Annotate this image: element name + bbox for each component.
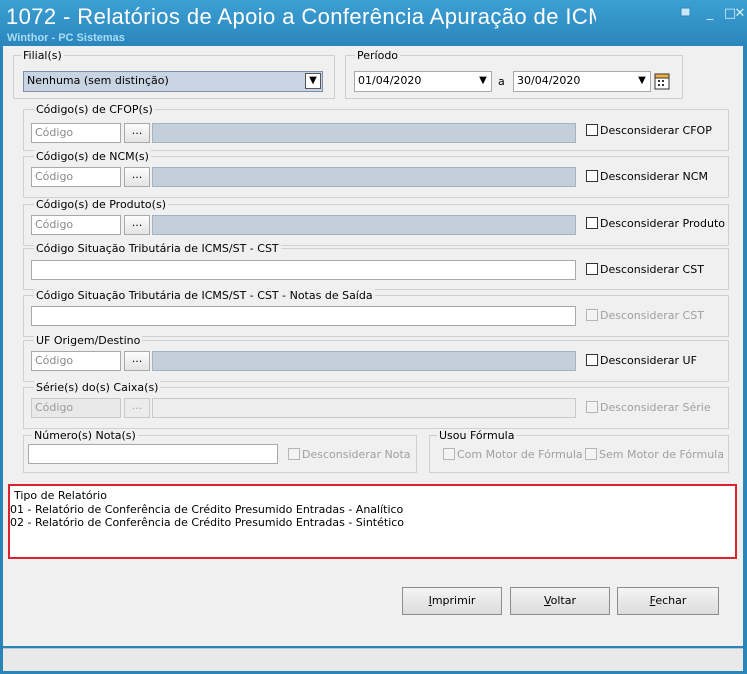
produto-label: Código(s) de Produto(s) [34,198,168,211]
filial-dropdown-arrow-icon[interactable]: ▼ [305,73,321,89]
ncm-exclude-label[interactable]: Desconsiderar NCM [600,170,708,183]
report-type-item[interactable]: 01 - Relatório de Conferência de Crédito… [10,503,403,516]
uf-exclude-checkbox[interactable] [586,354,598,366]
periodo-end-date[interactable]: 30/04/2020 [513,71,651,92]
close-window-button[interactable]: ✕ [734,6,746,22]
produto-exclude-checkbox[interactable] [586,217,598,229]
uf-description-field [152,351,576,371]
cst-exclude-label[interactable]: Desconsiderar CST [600,263,704,276]
periodo-start-dropdown-icon[interactable]: ▼ [476,73,490,89]
cst-input[interactable] [31,260,576,280]
window-subtitle: Winthor - PC Sistemas [7,32,125,44]
form-client-area: Filial(s) Nenhuma (sem distinção) ▼ Perí… [3,46,743,646]
periodo-label: Período [355,49,401,62]
report-type-list[interactable]: Tipo de Relatório 01 - Relatório de Conf… [8,484,737,559]
cst-saida-exclude-label[interactable]: Desconsiderar CST [600,309,704,322]
filial-label: Filial(s) [21,49,64,62]
produto-exclude-label[interactable]: Desconsiderar Produto [600,217,725,230]
close-label: echar [655,594,687,607]
formula-with-label[interactable]: Com Motor de Fórmula [457,448,583,461]
cst-saida-label: Código Situação Tributária de ICMS/ST - … [34,289,375,302]
formula-label: Usou Fórmula [437,429,517,442]
report-type-label: Tipo de Relatório [14,489,107,502]
nota-input[interactable] [28,444,278,464]
serie-exclude-label[interactable]: Desconsiderar Série [600,401,711,414]
cst-exclude-checkbox[interactable] [586,263,598,275]
report-type-item[interactable]: 02 - Relatório de Conferência de Crédito… [10,516,404,529]
serie-description-field [152,398,576,418]
filial-select[interactable]: Nenhuma (sem distinção) [23,71,323,92]
status-bar [3,648,743,671]
cfop-exclude-label[interactable]: Desconsiderar CFOP [600,124,712,137]
periodo-start-value: 01/04/2020 [358,74,422,87]
ncm-lookup-button[interactable]: ... [124,167,150,187]
cfop-description-field [152,123,576,143]
cst-saida-exclude-checkbox[interactable] [586,309,598,321]
back-button[interactable]: Voltar [510,587,610,615]
uf-exclude-label[interactable]: Desconsiderar UF [600,354,697,367]
uf-lookup-button[interactable]: ... [124,351,150,371]
calendar-icon[interactable] [653,71,671,91]
cfop-lookup-button[interactable]: ... [124,123,150,143]
restore-icon[interactable] [676,6,696,22]
ncm-code-input[interactable]: Código [31,167,121,187]
cst-saida-input[interactable] [31,306,576,326]
periodo-end-value: 30/04/2020 [517,74,581,87]
serie-label: Série(s) do(s) Caixa(s) [34,381,161,394]
formula-without-label[interactable]: Sem Motor de Fórmula [599,448,724,461]
cfop-label: Código(s) de CFOP(s) [34,103,155,116]
serie-code-input[interactable]: Código [31,398,121,418]
back-label: oltar [550,594,577,607]
close-button[interactable]: Fechar [617,587,719,615]
ncm-description-field [152,167,576,187]
periodo-separator: a [498,75,505,88]
filial-select-value: Nenhuma (sem distinção) [27,74,169,87]
cfop-exclude-checkbox[interactable] [586,124,598,136]
serie-exclude-checkbox[interactable] [586,401,598,413]
back-access-key: V [543,594,551,607]
nota-exclude-label[interactable]: Desconsiderar Nota [302,448,411,461]
produto-code-input[interactable]: Código [31,215,121,235]
formula-without-checkbox[interactable] [585,448,597,460]
produto-lookup-button[interactable]: ... [124,215,150,235]
formula-with-checkbox[interactable] [443,448,455,460]
serie-lookup-button[interactable]: ... [124,398,150,418]
title-bar[interactable]: 1072 - Relatórios de Apoio a Conferência… [0,0,747,46]
ncm-exclude-checkbox[interactable] [586,170,598,182]
minimize-button[interactable]: _ [700,6,720,22]
ncm-label: Código(s) de NCM(s) [34,150,151,163]
uf-code-input[interactable]: Código [31,351,121,371]
produto-description-field [152,215,576,235]
cfop-code-input[interactable]: Código [31,123,121,143]
uf-label: UF Origem/Destino [34,334,143,347]
nota-exclude-checkbox[interactable] [288,448,300,460]
nota-label: Número(s) Nota(s) [32,429,138,442]
print-label: mprimir [431,594,476,607]
periodo-start-date[interactable]: 01/04/2020 [354,71,492,92]
cst-label: Código Situação Tributária de ICMS/ST - … [34,242,281,255]
window-title: 1072 - Relatórios de Apoio a Conferência… [6,4,596,29]
application-window: 1072 - Relatórios de Apoio a Conferência… [0,0,747,674]
periodo-end-dropdown-icon[interactable]: ▼ [635,73,649,89]
print-button[interactable]: Imprimir [402,587,502,615]
